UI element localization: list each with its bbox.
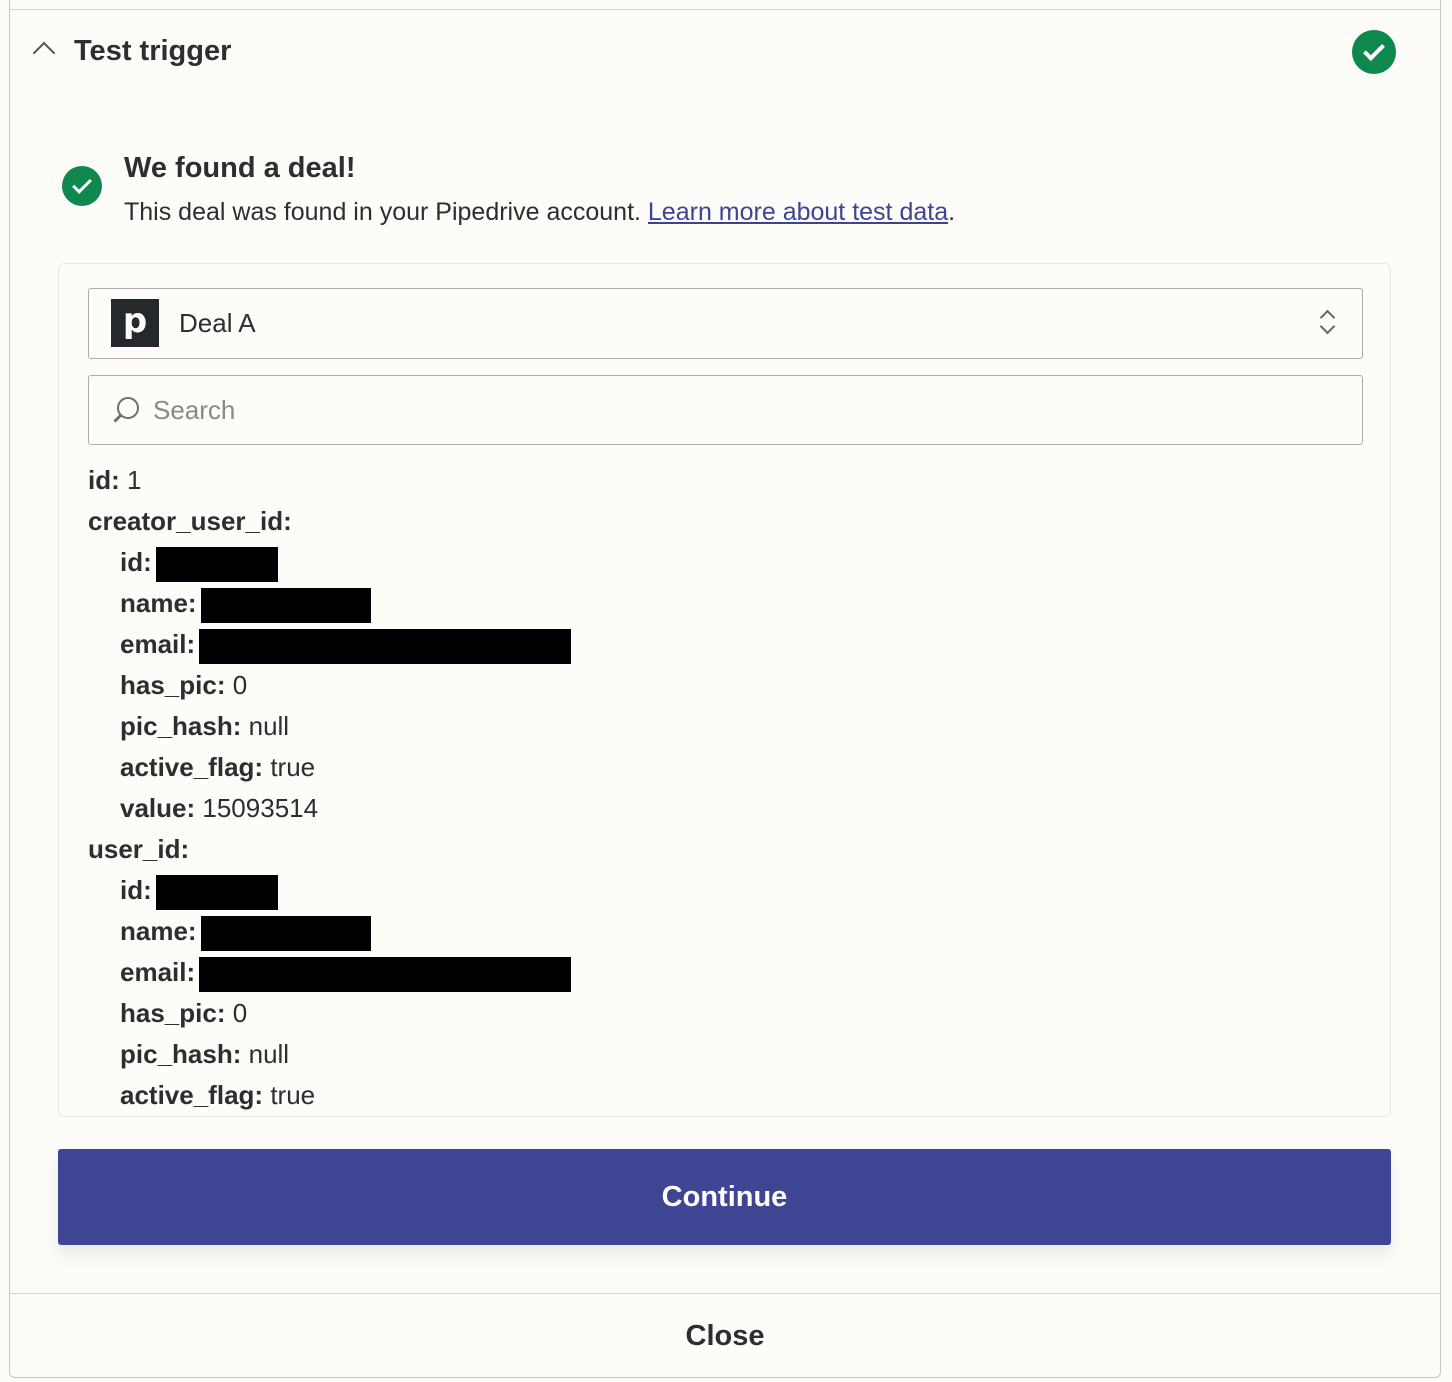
chevron-up-icon[interactable] xyxy=(32,41,56,65)
field-key: value: xyxy=(120,793,196,823)
field-key: email: xyxy=(120,629,196,659)
field-value: null xyxy=(248,711,290,741)
field-row: user_id: xyxy=(88,829,1370,870)
field-row: value: 15093514 xyxy=(88,788,1370,829)
search-field[interactable] xyxy=(88,375,1363,445)
redacted-value xyxy=(155,874,278,910)
redacted-value xyxy=(199,628,572,664)
result-description-trailing: . xyxy=(948,198,956,226)
field-key: active_flag: xyxy=(120,1080,264,1110)
field-value: true xyxy=(270,1080,316,1110)
continue-button[interactable]: Continue xyxy=(58,1149,1391,1245)
field-value: null xyxy=(248,1039,290,1069)
field-row: active_flag: true xyxy=(88,1075,1370,1116)
field-row: email: xyxy=(88,952,1370,993)
field-row: id: xyxy=(88,870,1370,911)
field-key: name: xyxy=(120,916,197,946)
field-key: active_flag: xyxy=(120,752,264,782)
learn-more-link[interactable]: Learn more about test data xyxy=(648,198,948,226)
search-icon xyxy=(111,395,141,427)
redacted-value xyxy=(200,587,371,623)
chevron-up-down-icon xyxy=(1318,308,1338,340)
field-row: id: xyxy=(88,542,1370,583)
field-key: pic_hash: xyxy=(120,1039,242,1069)
field-key: user_id: xyxy=(88,834,190,864)
success-check-icon xyxy=(62,166,102,206)
field-key: id: xyxy=(88,465,120,495)
result-description-text: This deal was found in your Pipedrive ac… xyxy=(124,198,648,226)
search-input[interactable] xyxy=(153,390,1343,430)
field-value: 0 xyxy=(232,670,248,700)
field-row: pic_hash: null xyxy=(88,1034,1370,1075)
result-title: We found a deal! xyxy=(124,152,356,184)
field-row: email: xyxy=(88,624,1370,665)
close-button[interactable]: Close xyxy=(10,1294,1440,1378)
record-select-dropdown[interactable]: p Deal A xyxy=(88,288,1363,359)
field-row: creator_user_id: xyxy=(88,501,1370,542)
field-row: name: xyxy=(88,911,1370,952)
redacted-value xyxy=(199,956,572,992)
field-key: id: xyxy=(120,875,152,905)
field-row: has_pic: 0 xyxy=(88,993,1370,1034)
section-header[interactable]: Test trigger xyxy=(32,30,1418,76)
field-key: has_pic: xyxy=(120,998,226,1028)
field-row: pic_hash: null xyxy=(88,706,1370,747)
field-value: true xyxy=(270,752,316,782)
section-title: Test trigger xyxy=(74,35,232,67)
pipedrive-logo-icon: p xyxy=(111,299,159,347)
field-key: pic_hash: xyxy=(120,711,242,741)
redacted-value xyxy=(200,915,371,951)
field-key: name: xyxy=(120,588,197,618)
field-row: active_flag: true xyxy=(88,747,1370,788)
field-value: 15093514 xyxy=(202,793,319,823)
selected-record-label: Deal A xyxy=(179,308,256,338)
field-row: has_pic: 0 xyxy=(88,665,1370,706)
field-row: id: 1 xyxy=(88,460,1370,501)
field-key: has_pic: xyxy=(120,670,226,700)
field-key: email: xyxy=(120,957,196,987)
field-row: name: xyxy=(88,583,1370,624)
divider xyxy=(10,9,1440,10)
redacted-value xyxy=(155,546,278,582)
field-tree: id: 1 creator_user_id: id: name: email: has_p… xyxy=(88,460,1370,1116)
field-value: 0 xyxy=(232,998,248,1028)
result-description: This deal was found in your Pipedrive ac… xyxy=(124,198,955,227)
test-data-panel: p Deal A id: 1 creator_user_id: id: name: em… xyxy=(58,263,1391,1117)
field-value: 1 xyxy=(127,465,142,495)
success-check-icon xyxy=(1352,30,1396,74)
field-key: creator_user_id: xyxy=(88,506,292,536)
test-trigger-panel: Test trigger We found a deal! This deal … xyxy=(9,0,1441,1378)
field-key: id: xyxy=(120,547,152,577)
